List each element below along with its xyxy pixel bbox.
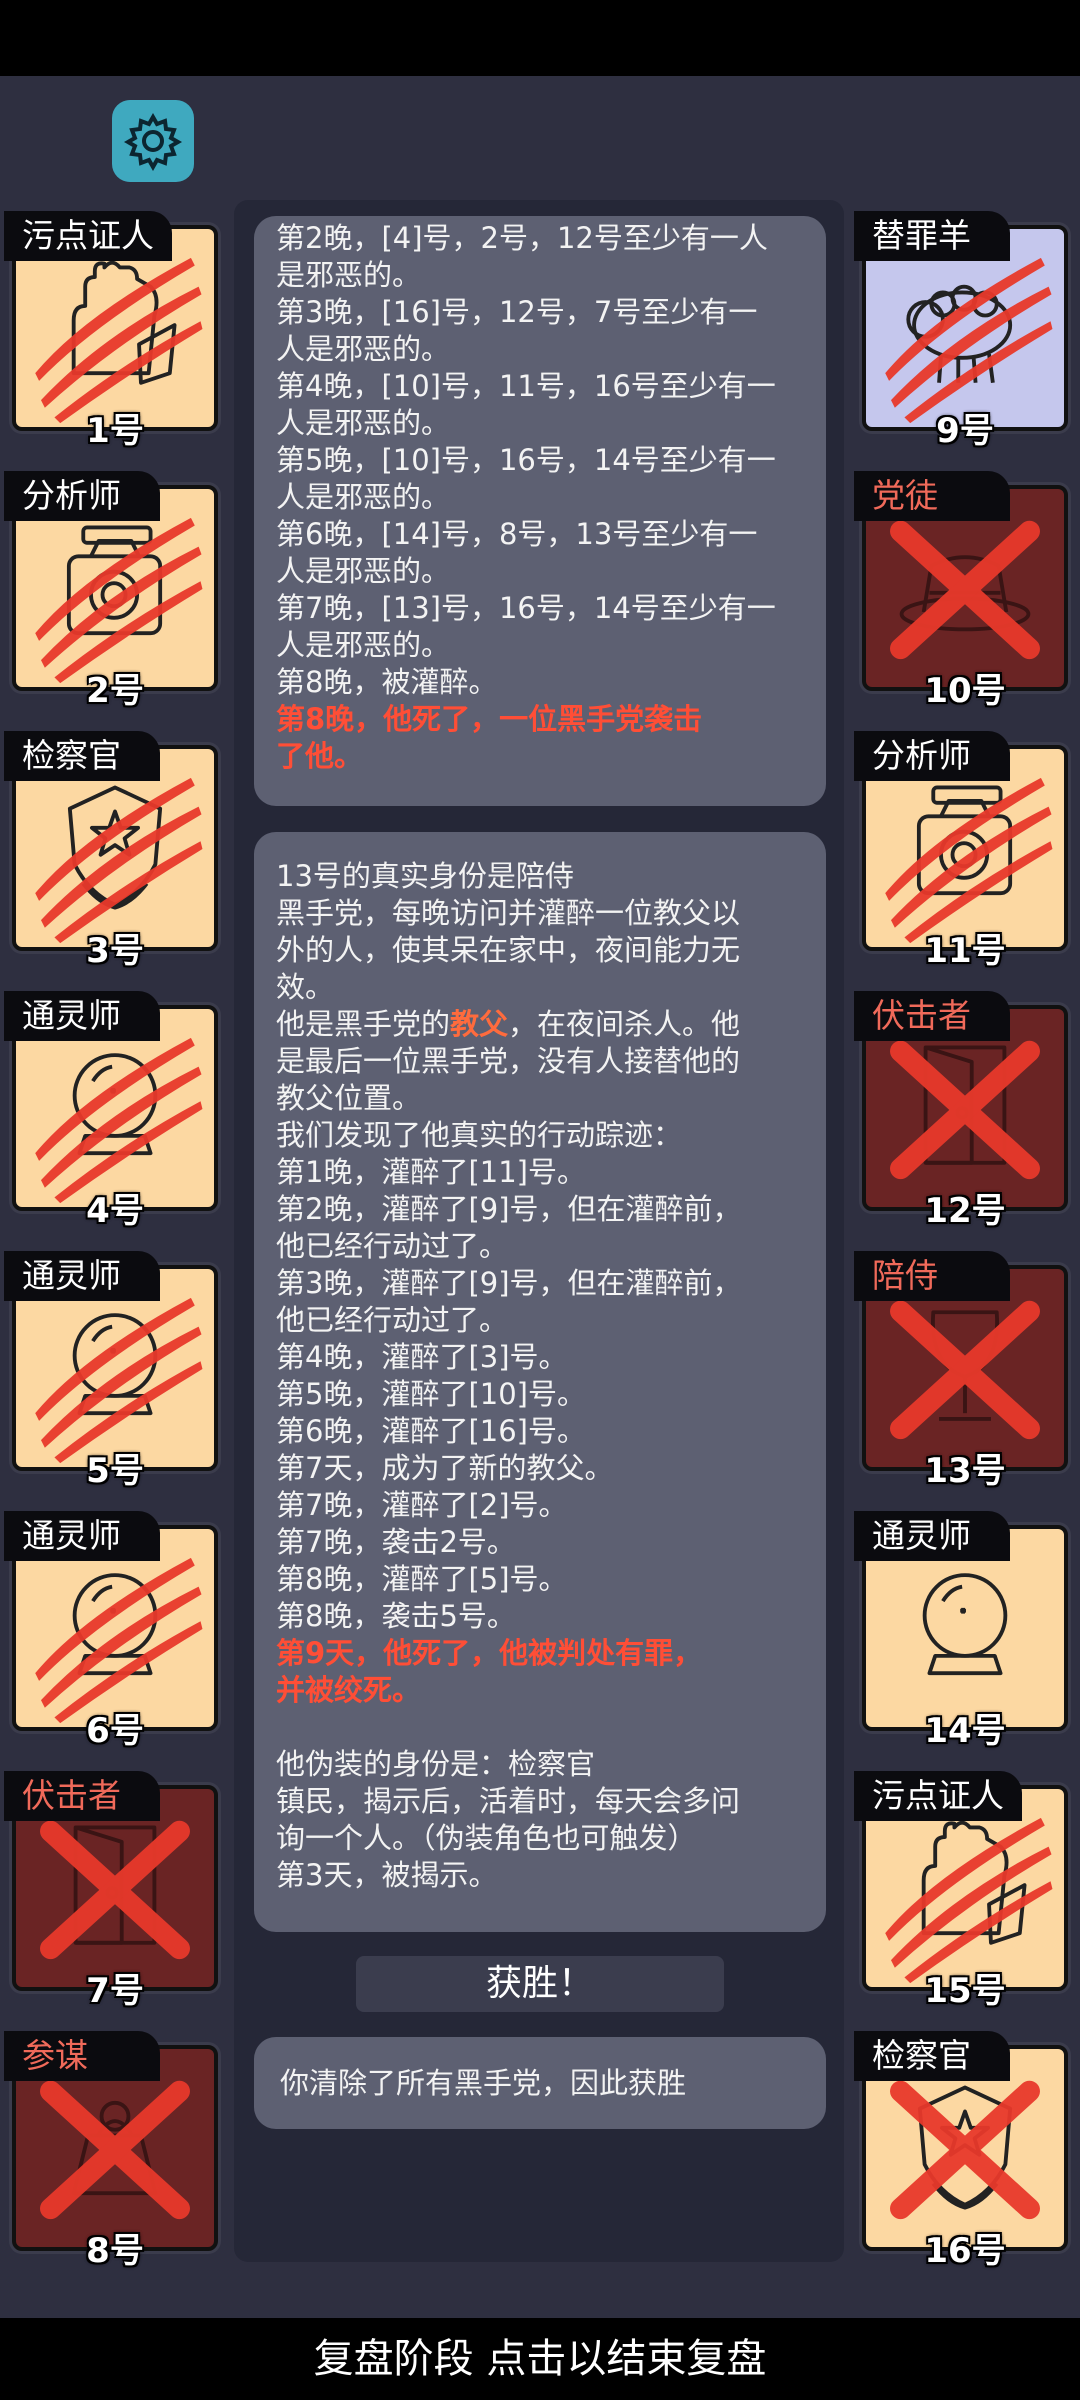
- player-number: 16号: [924, 2231, 1006, 2271]
- log-line: 第7天，成为了新的教父。: [276, 1451, 614, 1485]
- role-label: 伏击者: [854, 991, 1010, 1041]
- player-number: 5号: [86, 1451, 144, 1491]
- player-number: 13号: [924, 1451, 1006, 1491]
- death-line: 并被绞死。: [276, 1673, 422, 1707]
- player-log-entry: 13号的真实身份是陪侍 黑手党，每晚访问并灌醉一位教父以 外的人，使其呆在家中，夜间…: [254, 832, 826, 1932]
- log-line: 第2晚，[4]号，2号，12号至少有一人: [276, 221, 768, 255]
- role-label: 分析师: [4, 471, 160, 521]
- role-label: 通灵师: [4, 1251, 160, 1301]
- log-line: 第6晚，[14]号，8号，13号至少有一: [276, 517, 758, 551]
- player-number: 12号: [924, 1191, 1006, 1231]
- role-label: 伏击者: [4, 1771, 160, 1821]
- log-line: 第3晚，灌醉了[9]号，但在灌醉前，: [276, 1266, 742, 1300]
- log-line: 第6晚，灌醉了[16]号。: [276, 1414, 586, 1448]
- result-message: 你清除了所有黑手党，因此获胜: [254, 2037, 826, 2129]
- player-number: 8号: [86, 2231, 144, 2271]
- log-line: 第7晚，袭击2号。: [276, 1525, 516, 1559]
- victory-label: 获胜！: [356, 1956, 724, 2012]
- gear-icon: [123, 112, 183, 171]
- role-label: 参谋: [4, 2031, 160, 2081]
- log-lines: 第2晚，[4]号，2号，12号至少有一人 是邪恶的。 第3晚，[16]号，12号，7…: [276, 220, 804, 701]
- log-line: 黑手党，每晚访问并灌醉一位教父以: [276, 896, 741, 930]
- role-label: 污点证人: [854, 1771, 1022, 1821]
- log-line: 第4晚，[10]号，11号，16号至少有一: [276, 369, 776, 403]
- role-label: 通灵师: [4, 1511, 160, 1561]
- player-log-entry: 第2晚，[4]号，2号，12号至少有一人 是邪恶的。 第3晚，[16]号，12号，7…: [254, 216, 826, 806]
- player-number: 14号: [924, 1711, 1006, 1751]
- end-review-button[interactable]: 复盘阶段 点击以结束复盘: [0, 2318, 1080, 2400]
- player-number: 3号: [86, 931, 144, 971]
- log-line: 第5晚，[10]号，16号，14号至少有一: [276, 443, 776, 477]
- log-lines: 他伪装的身份是：检察官 镇民，揭示后，活着时，每天会多问 询一个人。（伪装角色也可触…: [276, 1746, 804, 1894]
- log-line: 人是邪恶的。: [276, 628, 451, 662]
- log-line: 我们发现了他真实的行动踪迹：: [276, 1118, 683, 1152]
- death-line: 第9天，他死了，他被判处有罪，: [276, 1636, 703, 1670]
- log-line: 他已经行动过了。: [276, 1303, 509, 1337]
- log-line: 人是邪恶的。: [276, 480, 451, 514]
- log-line: 他伪装的身份是：检察官: [276, 1747, 596, 1781]
- log-line: 教父位置。: [276, 1081, 422, 1115]
- log-line: 第1晚，灌醉了[11]号。: [276, 1155, 586, 1189]
- log-line: 外的人，使其呆在家中，夜间能力无: [276, 933, 741, 967]
- log-line: 效。: [276, 970, 335, 1004]
- player-number: 7号: [86, 1971, 144, 2011]
- log-line: 人是邪恶的。: [276, 554, 451, 588]
- log-lines: 13号的真实身份是陪侍 黑手党，每晚访问并灌醉一位教父以 外的人，使其呆在家中，夜间…: [276, 858, 804, 1006]
- log-spacer: [276, 1709, 804, 1746]
- log-line: 第7晚，灌醉了[2]号。: [276, 1488, 568, 1522]
- player-number: 6号: [86, 1711, 144, 1751]
- log-line: 第3晚，[16]号，12号，7号至少有一: [276, 295, 758, 329]
- godfather-role: 教父: [450, 1007, 509, 1041]
- role-label: 检察官: [4, 731, 160, 781]
- log-line: 人是邪恶的。: [276, 406, 451, 440]
- log-line: 第3天，被揭示。: [276, 1858, 498, 1892]
- role-label: 污点证人: [4, 211, 172, 261]
- log-line: 他已经行动过了。: [276, 1229, 509, 1263]
- death-line: 第8晚，他死了，一位黑手党袭击: [276, 702, 703, 736]
- log-line: 第5晚，灌醉了[10]号。: [276, 1377, 586, 1411]
- status-bar: [0, 0, 1080, 76]
- log-line: 13号的真实身份是陪侍: [276, 859, 574, 893]
- player-number: 2号: [86, 671, 144, 711]
- log-line: 他是黑手党的教父，在夜间杀人。他: [276, 1007, 741, 1041]
- log-line: 第8晚，灌醉了[5]号。: [276, 1562, 568, 1596]
- role-label: 检察官: [854, 2031, 1010, 2081]
- player-number: 11号: [924, 931, 1006, 971]
- role-label: 通灵师: [854, 1511, 1010, 1561]
- player-number: 4号: [86, 1191, 144, 1231]
- role-label: 党徒: [854, 471, 1010, 521]
- role-label: 陪侍: [854, 1251, 1010, 1301]
- player-number: 15号: [924, 1971, 1006, 2011]
- log-line: 人是邪恶的。: [276, 332, 451, 366]
- player-number: 10号: [924, 671, 1006, 711]
- role-label: 替罪羊: [854, 211, 1010, 261]
- log-line: 第4晚，灌醉了[3]号。: [276, 1340, 568, 1374]
- log-line: 是最后一位黑手党，没有人接替他的: [276, 1044, 741, 1078]
- role-label: 通灵师: [4, 991, 160, 1041]
- death-line: 了他。: [276, 739, 364, 773]
- log-line: 第8晚，袭击5号。: [276, 1599, 516, 1633]
- log-lines: 是最后一位黑手党，没有人接替他的 教父位置。 我们发现了他真实的行动踪迹： 第1晚，灌…: [276, 1043, 804, 1635]
- player-number: 1号: [86, 411, 144, 451]
- log-line: 是邪恶的。: [276, 258, 422, 292]
- log-line: 镇民，揭示后，活着时，每天会多问: [276, 1784, 741, 1818]
- log-line: 第7晚，[13]号，16号，14号至少有一: [276, 591, 776, 625]
- settings-button[interactable]: [112, 100, 194, 182]
- player-number: 9号: [936, 411, 994, 451]
- log-line: 询一个人。（伪装角色也可触发）: [276, 1821, 697, 1855]
- log-line: 第8晚，被灌醉。: [276, 665, 498, 699]
- log-line: 第2晚，灌醉了[9]号，但在灌醉前，: [276, 1192, 742, 1226]
- role-label: 分析师: [854, 731, 1010, 781]
